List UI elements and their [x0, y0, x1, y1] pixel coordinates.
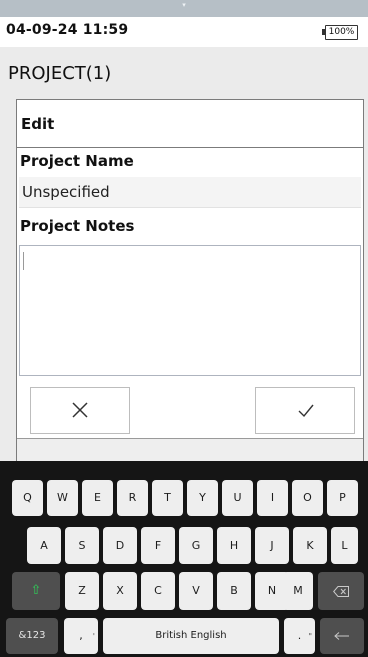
- key-label: G: [191, 539, 201, 552]
- key-label: V: [192, 584, 200, 597]
- key-label: .: [297, 629, 302, 642]
- key-label: ,: [79, 629, 83, 642]
- key-k[interactable]: K: [293, 527, 327, 564]
- project-notes-field[interactable]: [19, 245, 361, 376]
- key-label: U: [233, 491, 242, 504]
- check-icon: [298, 404, 314, 418]
- key-label: J: [270, 539, 274, 552]
- confirm-button[interactable]: [255, 387, 355, 434]
- comma-key[interactable]: , ': [64, 618, 98, 654]
- battery-indicator: 100%: [322, 25, 358, 40]
- dialog-title: Edit: [21, 115, 55, 133]
- symbols-key[interactable]: &123: [6, 618, 58, 654]
- key-h[interactable]: H: [217, 527, 251, 564]
- key-p[interactable]: P: [327, 480, 358, 516]
- key-u[interactable]: U: [222, 480, 253, 516]
- enter-key[interactable]: [320, 618, 364, 654]
- pull-down-indicator[interactable]: ▾: [180, 2, 188, 9]
- key-label: C: [154, 584, 162, 597]
- key-y[interactable]: Y: [187, 480, 218, 516]
- key-label: O: [303, 491, 312, 504]
- key-label: H: [229, 539, 239, 552]
- key-l[interactable]: L: [331, 527, 358, 564]
- key-a[interactable]: A: [27, 527, 61, 564]
- key-t[interactable]: T: [152, 480, 183, 516]
- key-c[interactable]: C: [141, 572, 175, 610]
- page-title: PROJECT(1): [8, 63, 112, 84]
- key-hint: ': [92, 632, 95, 641]
- key-o[interactable]: O: [292, 480, 323, 516]
- key-f[interactable]: F: [141, 527, 175, 564]
- key-label: &123: [18, 630, 46, 641]
- project-name-field[interactable]: Unspecified: [19, 177, 361, 208]
- dialog-title-row: Edit: [17, 100, 363, 148]
- key-b[interactable]: B: [217, 572, 251, 610]
- key-label: F: [154, 539, 162, 552]
- top-strip: ▾: [0, 0, 368, 17]
- key-m[interactable]: M: [283, 572, 313, 610]
- key-z[interactable]: Z: [65, 572, 99, 610]
- key-e[interactable]: E: [82, 480, 113, 516]
- key-label: N: [267, 584, 277, 597]
- key-label: Z: [78, 584, 86, 597]
- screen-header: PROJECT(1): [0, 47, 368, 99]
- key-g[interactable]: G: [179, 527, 213, 564]
- key-s[interactable]: S: [65, 527, 99, 564]
- key-label: S: [78, 539, 86, 552]
- key-i[interactable]: I: [257, 480, 288, 516]
- key-label: B: [230, 584, 238, 597]
- key-label: British English: [155, 630, 227, 641]
- edit-dialog: Edit Project Name Unspecified Project No…: [16, 99, 364, 461]
- backspace-icon: [333, 585, 349, 597]
- close-icon: [72, 402, 88, 418]
- key-label: W: [57, 491, 68, 504]
- key-label: R: [128, 491, 137, 504]
- key-d[interactable]: D: [103, 527, 137, 564]
- key-label: A: [40, 539, 48, 552]
- battery-terminal: [322, 29, 325, 35]
- shift-key[interactable]: ⇧: [12, 572, 60, 610]
- key-w[interactable]: W: [47, 480, 78, 516]
- shift-icon: ⇧: [30, 583, 42, 598]
- status-bar: 04-09-24 11:59 100%: [0, 17, 368, 47]
- key-label: M: [293, 584, 303, 597]
- key-v[interactable]: V: [179, 572, 213, 610]
- key-x[interactable]: X: [103, 572, 137, 610]
- project-notes-label: Project Notes: [20, 217, 135, 235]
- battery-level: 100%: [328, 27, 355, 37]
- key-hint: ": [308, 632, 312, 641]
- key-label: X: [116, 584, 124, 597]
- key-label: D: [115, 539, 125, 552]
- project-name-label: Project Name: [20, 152, 134, 170]
- key-label: P: [339, 491, 346, 504]
- key-q[interactable]: Q: [12, 480, 43, 516]
- status-time: 04-09-24 11:59: [6, 22, 129, 38]
- enter-icon: [334, 632, 349, 640]
- key-label: L: [341, 539, 348, 552]
- key-label: T: [164, 491, 171, 504]
- backspace-key[interactable]: [318, 572, 364, 610]
- project-name-value: Unspecified: [22, 183, 110, 201]
- onscreen-keyboard: Q W E R T Y U I O P A S D F G H J K L ⇧ …: [0, 461, 368, 657]
- key-label: Y: [199, 491, 206, 504]
- period-key[interactable]: . ": [284, 618, 315, 654]
- key-j[interactable]: J: [255, 527, 289, 564]
- key-label: K: [306, 539, 314, 552]
- text-caret: [23, 252, 24, 270]
- key-label: Q: [23, 491, 32, 504]
- space-key[interactable]: British English: [103, 618, 279, 654]
- key-r[interactable]: R: [117, 480, 148, 516]
- key-label: E: [94, 491, 101, 504]
- key-label: I: [270, 491, 275, 504]
- dialog-footer: [17, 438, 363, 461]
- cancel-button[interactable]: [30, 387, 130, 434]
